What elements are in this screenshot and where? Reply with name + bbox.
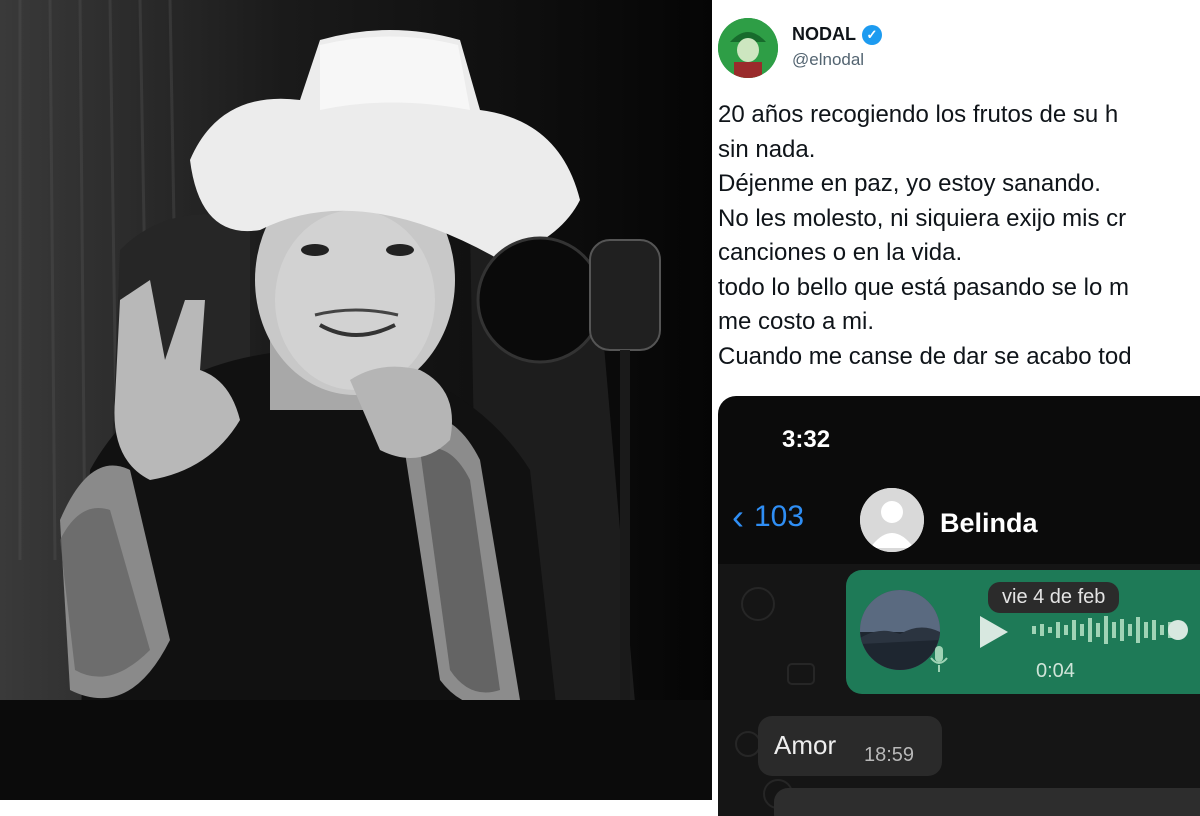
microphone-icon <box>930 646 948 672</box>
display-name[interactable]: NODAL ✓ <box>792 24 882 45</box>
tweet-line: 20 años recogiendo los frutos de su h <box>718 101 1119 128</box>
tweet-line: todo lo bello que está pasando se lo m <box>718 273 1129 301</box>
portrait-photo <box>0 0 712 800</box>
voice-sender-thumbnail <box>860 590 940 670</box>
tweet-line: No les molesto, ni siquiera exijo mis cr <box>718 204 1127 232</box>
chevron-left-icon: ‹ <box>732 496 744 537</box>
contact-name[interactable]: Belinda <box>940 508 1038 539</box>
tweet-line: canciones o en la vida. <box>718 239 963 266</box>
verified-badge-icon: ✓ <box>862 24 882 45</box>
contact-avatar[interactable] <box>860 488 924 552</box>
back-button[interactable]: ‹ 103 <box>732 496 805 537</box>
person-icon <box>860 488 924 552</box>
play-icon[interactable] <box>980 616 1008 648</box>
status-bar-time: 3:32 <box>782 426 831 453</box>
tweet-line: me costo a mi. <box>718 308 875 335</box>
user-handle[interactable]: @elnodal <box>792 50 864 70</box>
profile-avatar[interactable] <box>718 18 778 78</box>
display-name-text[interactable]: NODAL <box>792 24 856 45</box>
message-text: Amor <box>774 730 837 760</box>
tweet-line: Déjenme en paz, yo estoy sanando. <box>718 170 1101 197</box>
tweet-body: 20 años recogiendo los frutos de su h si… <box>718 98 1200 374</box>
message-bubble[interactable]: Amor 18:59 <box>758 716 942 776</box>
unread-count: 103 <box>754 500 805 533</box>
tweet-line: Cuando me canse de dar se acabo tod <box>718 342 1132 370</box>
message-time: 18:59 <box>864 744 915 766</box>
waveform[interactable] <box>1032 610 1200 650</box>
photo <box>0 0 712 800</box>
date-separator: vie 4 de feb <box>988 582 1120 613</box>
voice-note-duration: 0:04 <box>1036 660 1075 682</box>
chat-screenshot[interactable]: 3:32 ‹ 103 Belinda 0:04 vie 4 de feb Amo… <box>718 396 1200 816</box>
tweet-line: sin nada. <box>718 135 816 163</box>
message-bubble-partial[interactable] <box>774 788 1200 816</box>
